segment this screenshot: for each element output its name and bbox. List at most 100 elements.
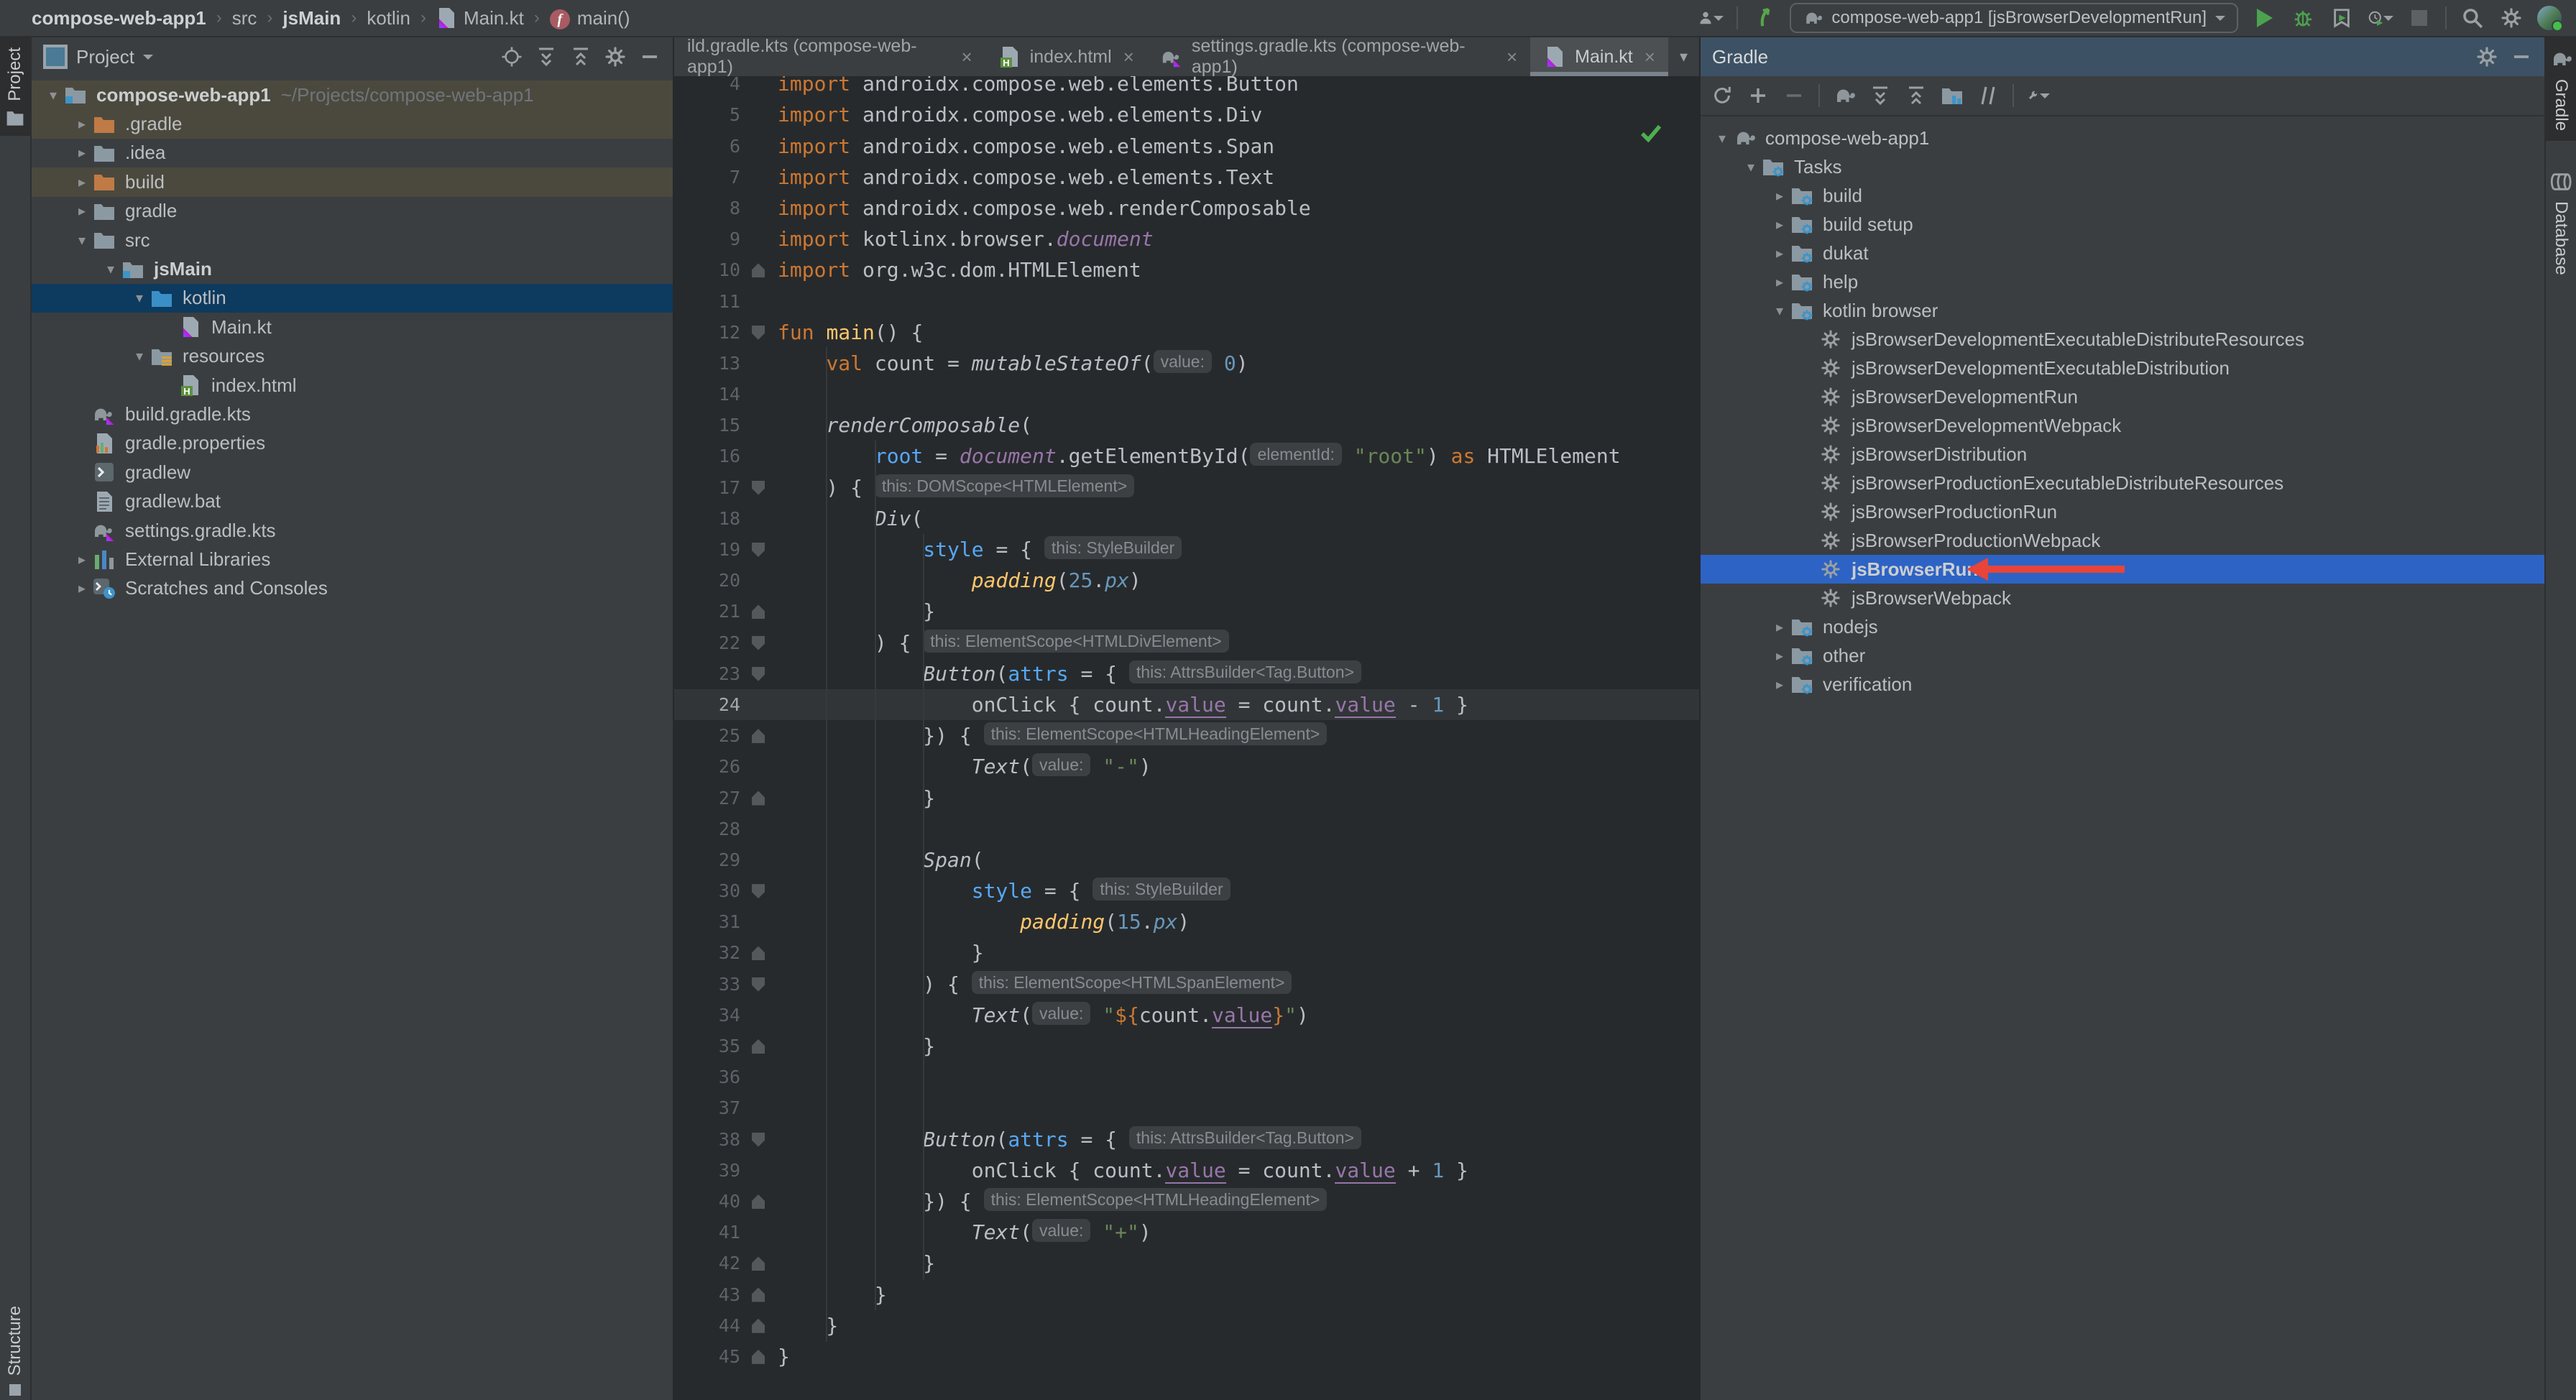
tab-index-html[interactable]: Hindex.html× [985, 37, 1147, 76]
chevron-right-icon[interactable]: ▸ [1770, 187, 1790, 205]
gradle-task-item-jsbrowserdevelopmentexecutabledistributeresources[interactable]: jsBrowserDevelopmentExecutableDistribute… [1701, 325, 2544, 354]
chevron-right-icon[interactable]: ▸ [1770, 647, 1790, 665]
gradle-task-item-nodejs[interactable]: ▸nodejs [1701, 612, 2544, 641]
chevron-right-icon[interactable]: ▸ [1770, 618, 1790, 636]
gradle-task-item-jsbrowserwebpack[interactable]: jsBrowserWebpack [1701, 584, 2544, 612]
project-tree-item-resources[interactable]: ▾resources [32, 342, 673, 371]
code-text[interactable]: import androidx.compose.web.renderCompos… [778, 193, 1311, 224]
chevron-down-icon[interactable]: ▾ [72, 231, 92, 249]
project-tree-item-gradle[interactable]: ▸.gradle [32, 109, 673, 138]
profiler-button[interactable] [2368, 5, 2393, 31]
code-text[interactable]: fun main() { [778, 317, 923, 348]
code-text[interactable]: import androidx.compose.web.elements.Div [778, 99, 1262, 130]
wrench-icon[interactable] [2027, 84, 2050, 107]
avatar[interactable] [2537, 6, 2562, 30]
project-tree-item-build-gradle-kts[interactable]: build.gradle.kts [32, 400, 673, 428]
code-text[interactable]: } [778, 1310, 838, 1341]
gradle-task-item-tasks[interactable]: ▾Tasks [1701, 152, 2544, 181]
collapse-all-icon[interactable] [1905, 84, 1928, 107]
code-text[interactable]: Button(attrs = { this: AttrsBuilder<Tag.… [778, 658, 1361, 689]
code-text[interactable]: ) { this: ElementScope<HTMLSpanElement> [778, 969, 1292, 1000]
add-icon[interactable] [1747, 84, 1770, 107]
gradle-task-item-build[interactable]: ▸build [1701, 181, 2544, 210]
gradle-task-item-jsbrowserproductionrun[interactable]: jsBrowserProductionRun [1701, 497, 2544, 526]
fold-marker-icon[interactable] [752, 1039, 765, 1054]
code-text[interactable]: onClick { count.value = count.value - 1 … [778, 689, 1468, 720]
fold-marker-icon[interactable] [752, 1133, 765, 1147]
code-text[interactable]: padding(25.px) [778, 565, 1141, 596]
fold-marker-icon[interactable] [752, 636, 765, 650]
run-button[interactable] [2251, 5, 2277, 31]
fold-marker-icon[interactable] [752, 977, 765, 992]
project-tree-item-external-libraries[interactable]: ▸External Libraries [32, 545, 673, 574]
expand-all-icon[interactable] [1869, 84, 1892, 107]
gradle-task-item-jsbrowserdevelopmentrun[interactable]: jsBrowserDevelopmentRun [1701, 382, 2544, 411]
chevron-down-icon[interactable]: ▾ [1770, 302, 1790, 320]
code-text[interactable]: ) { this: ElementScope<HTMLDivElement> [778, 627, 1229, 658]
gradle-task-item-jsbrowserdistribution[interactable]: jsBrowserDistribution [1701, 440, 2544, 469]
code-text[interactable]: }) { this: ElementScope<HTMLHeadingEleme… [778, 720, 1327, 751]
code-editor[interactable]: 4import androidx.compose.web.elements.Bu… [674, 76, 1699, 1372]
code-text[interactable]: import androidx.compose.web.elements.But… [778, 76, 1299, 99]
close-icon[interactable]: × [1506, 46, 1517, 68]
project-tree-item-gradlew[interactable]: gradlew [32, 458, 673, 487]
project-tree-item-scratches-and-consoles[interactable]: ▸Scratches and Consoles [32, 574, 673, 603]
hide-icon[interactable] [638, 45, 661, 68]
project-tree-item-settings-gradle-kts[interactable]: settings.gradle.kts [32, 516, 673, 545]
settings-button[interactable] [2498, 5, 2524, 31]
fold-marker-icon[interactable] [752, 604, 765, 619]
fold-marker-icon[interactable] [752, 946, 765, 960]
fold-marker-icon[interactable] [752, 1288, 765, 1302]
code-text[interactable]: ) { this: DOMScope<HTMLElement> [778, 472, 1134, 503]
tab-ild-gradle-kts-compose-web-app1[interactable]: ild.gradle.kts (compose-web-app1)× [674, 37, 985, 76]
coverage-button[interactable] [2329, 5, 2355, 31]
gradle-elephant-icon[interactable] [1833, 84, 1856, 107]
code-text[interactable]: import kotlinx.browser.document [778, 224, 1154, 254]
chevron-right-icon[interactable]: ▸ [72, 579, 92, 597]
fold-marker-icon[interactable] [752, 1350, 765, 1364]
chevron-down-icon[interactable]: ▾ [101, 260, 121, 278]
chevron-right-icon[interactable]: ▸ [1770, 676, 1790, 694]
code-text[interactable]: } [778, 1248, 935, 1279]
breadcrumb-item-jsmain[interactable]: jsMain [282, 7, 341, 29]
debug-button[interactable] [2290, 5, 2316, 31]
inspections-ok-icon[interactable] [1640, 124, 1662, 142]
collapse-all-icon[interactable] [569, 45, 592, 68]
gradle-task-item-compose-web-app1[interactable]: ▾compose-web-app1 [1701, 124, 2544, 152]
sourcesets-icon[interactable] [1941, 84, 1964, 107]
chevron-right-icon[interactable]: ▸ [1770, 244, 1790, 262]
breadcrumb-item-src[interactable]: src [232, 7, 257, 29]
fold-marker-icon[interactable] [752, 1256, 765, 1271]
chevron-right-icon[interactable]: ▸ [72, 173, 92, 191]
code-text[interactable]: } [778, 1279, 887, 1310]
project-tree-item-kotlin[interactable]: ▾kotlin [32, 284, 673, 313]
tab-main-kt[interactable]: Main.kt× [1530, 37, 1668, 76]
code-text[interactable]: renderComposable( [778, 410, 1032, 441]
breadcrumb-item-main[interactable]: fmain() [550, 6, 630, 30]
breadcrumb-item-main-kt[interactable]: Main.kt [436, 7, 524, 29]
code-text[interactable]: } [778, 783, 935, 814]
stripe-tab-database[interactable]: Database [2546, 161, 2576, 285]
stop-button[interactable] [2406, 5, 2432, 31]
code-text[interactable]: Text(value: "-") [778, 751, 1151, 782]
project-tree-item-src[interactable]: ▾src [32, 226, 673, 254]
fold-marker-icon[interactable] [752, 326, 765, 340]
gradle-task-item-other[interactable]: ▸other [1701, 641, 2544, 670]
breadcrumb-item-kotlin[interactable]: kotlin [367, 7, 410, 29]
code-text[interactable]: } [778, 1341, 790, 1372]
project-tree-item-gradle[interactable]: ▸gradle [32, 197, 673, 226]
code-text[interactable]: root = document.getElementById(elementId… [778, 441, 1621, 471]
code-text[interactable]: import androidx.compose.web.elements.Tex… [778, 162, 1274, 193]
project-tree-item-build[interactable]: ▸build [32, 167, 673, 196]
hidden-tabs-icon[interactable]: ▾ [1668, 37, 1699, 76]
hide-icon[interactable] [2510, 45, 2533, 68]
fold-marker-icon[interactable] [752, 884, 765, 898]
project-tree-item-gradlew-bat[interactable]: gradlew.bat [32, 487, 673, 515]
project-tree-item-main-kt[interactable]: Main.kt [32, 313, 673, 341]
chevron-down-icon[interactable]: ▾ [129, 347, 150, 365]
expand-all-icon[interactable] [535, 45, 558, 68]
gradle-task-item-jsbrowserdevelopmentexecutabledistribution[interactable]: jsBrowserDevelopmentExecutableDistributi… [1701, 354, 2544, 382]
vcs-update-icon[interactable] [1751, 5, 1777, 31]
run-configuration-select[interactable]: compose-web-app1 [jsBrowserDevelopmentRu… [1790, 3, 2238, 33]
project-tree-item-compose-web-app1[interactable]: ▾compose-web-app1~/Projects/compose-web-… [32, 80, 673, 109]
